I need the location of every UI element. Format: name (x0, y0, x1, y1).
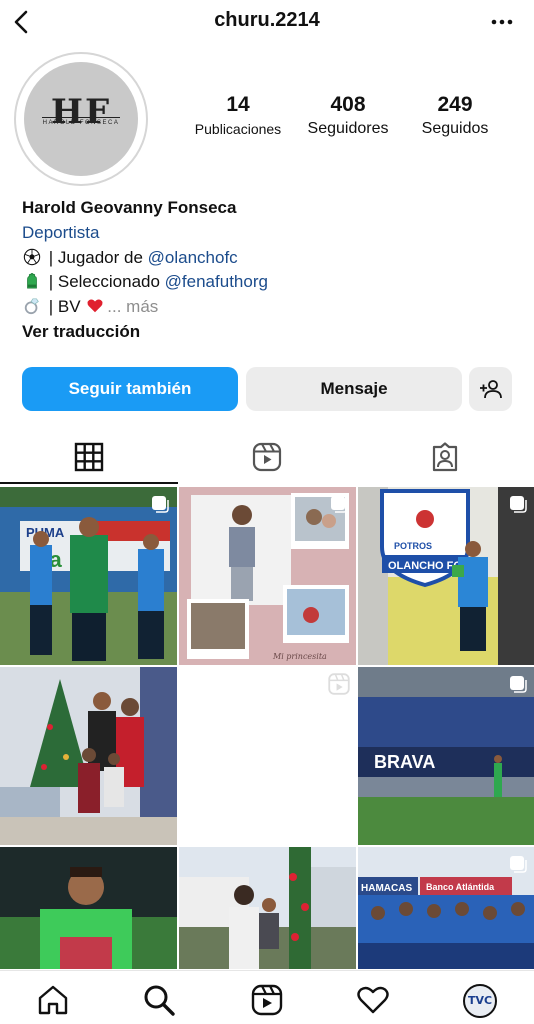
post-thumbnail[interactable] (179, 667, 356, 845)
tagged-icon (432, 442, 458, 472)
bio-personal-text: | BV (44, 297, 86, 317)
bio-line-club: | Jugador de @olanchofc (22, 246, 522, 271)
multiple-photos-icon (331, 496, 348, 513)
see-translation-link[interactable]: Ver traducción (22, 320, 522, 345)
followers-label: Seguidores (307, 120, 389, 137)
logo-monogram: HF (50, 92, 112, 132)
profile-name: Harold Geovanny Fonseca (22, 198, 237, 217)
post-thumbnail[interactable]: Mi princesita (179, 487, 356, 665)
bottom-navigation: TVC (0, 970, 534, 1024)
post-banner-subtext: Banco Atlántida (426, 882, 495, 892)
red-heart-icon (87, 299, 103, 313)
profile-stats: 14 Publicaciones 408 Seguidores 249 Segu… (180, 92, 520, 140)
post-image: HAMACAS Banco Atlántida (358, 847, 534, 969)
active-tab-indicator (0, 482, 178, 484)
post-banner-text: BRAVA (374, 752, 435, 772)
tab-grid[interactable] (0, 432, 178, 484)
home-icon[interactable] (36, 983, 70, 1017)
post-thumbnail[interactable] (0, 667, 177, 845)
post-image: Mi princesita (179, 487, 356, 665)
post-thumbnail[interactable] (179, 847, 356, 969)
soccer-ball-icon (23, 248, 41, 265)
posts-count: 14 (226, 93, 250, 116)
suggested-users-button[interactable] (469, 367, 512, 411)
profile-tabs (0, 432, 534, 484)
followers-count: 408 (330, 93, 366, 116)
post-caption-text: Mi princesita (272, 652, 327, 661)
top-bar: churu.2214 (0, 0, 534, 44)
search-icon[interactable] (142, 983, 176, 1017)
multiple-photos-icon (510, 676, 527, 693)
multiple-photos-icon (510, 496, 527, 513)
bio-line-national: | Seleccionado @fenafuthorg (22, 270, 522, 295)
bio-more-link[interactable]: ... más (107, 297, 158, 316)
logo-subtext: HAROLD FONSECA (42, 120, 120, 126)
following-label: Seguidos (421, 120, 489, 137)
following-count: 249 (437, 93, 473, 116)
federation-mention-link[interactable]: @fenafuthorg (165, 272, 268, 291)
following-stat[interactable]: 249 Seguidos (400, 92, 510, 140)
tab-tagged[interactable] (356, 432, 534, 484)
reels-icon (252, 442, 282, 472)
message-button[interactable]: Mensaje (246, 367, 462, 411)
post-banner-text: HAMACAS (361, 883, 412, 894)
posts-grid: PUMA La Mi princesita (0, 487, 534, 969)
post-thumbnail[interactable]: BRAVA (358, 667, 534, 845)
add-person-icon (480, 380, 502, 399)
posts-stat[interactable]: 14 Publicaciones (180, 92, 296, 140)
multiple-photos-icon (152, 496, 169, 513)
post-image: POTROS OLANCHO FC (358, 487, 534, 665)
grid-icon (74, 442, 104, 472)
multiple-photos-icon (510, 856, 527, 873)
bio-club-text: | Jugador de (44, 247, 148, 267)
club-mention-link[interactable]: @olanchofc (148, 248, 238, 267)
profile-category[interactable]: Deportista (22, 221, 522, 246)
post-thumbnail[interactable] (0, 847, 177, 969)
heart-icon[interactable] (356, 983, 390, 1017)
post-image (0, 667, 177, 845)
follow-button[interactable]: Seguir también (22, 367, 238, 411)
profile-tab-avatar[interactable]: TVC (463, 984, 497, 1018)
goalkeeper-glove-icon (27, 273, 37, 289)
logo-divider (42, 117, 120, 118)
post-banner-subtext: OLANCHO FC (388, 560, 461, 572)
post-image (0, 847, 177, 969)
ring-icon (24, 298, 39, 315)
post-thumbnail[interactable]: PUMA La (0, 487, 177, 665)
post-image (179, 847, 356, 969)
followers-stat[interactable]: 408 Seguidores (296, 92, 400, 140)
post-image: PUMA La (0, 487, 177, 665)
profile-tab-label: TVC (467, 994, 493, 1007)
post-banner-text: POTROS (394, 541, 432, 551)
profile-bio: Harold Geovanny Fonseca Deportista | Jug… (22, 196, 522, 345)
more-horizontal-icon[interactable] (488, 8, 516, 36)
post-thumbnail[interactable]: HAMACAS Banco Atlántida (358, 847, 534, 969)
bio-national-text: | Seleccionado (44, 272, 165, 292)
reel-icon (328, 673, 350, 695)
post-image: BRAVA (358, 667, 534, 845)
profile-username: churu.2214 (214, 9, 320, 31)
tab-reels[interactable] (178, 432, 356, 484)
reels-icon[interactable] (250, 983, 284, 1017)
profile-avatar[interactable]: HF HAROLD FONSECA (14, 52, 148, 186)
avatar-logo: HF HAROLD FONSECA (24, 62, 138, 176)
posts-label: Publicaciones (194, 121, 282, 137)
post-thumbnail[interactable]: POTROS OLANCHO FC (358, 487, 534, 665)
bio-line-personal: | BV ... más (22, 295, 522, 320)
